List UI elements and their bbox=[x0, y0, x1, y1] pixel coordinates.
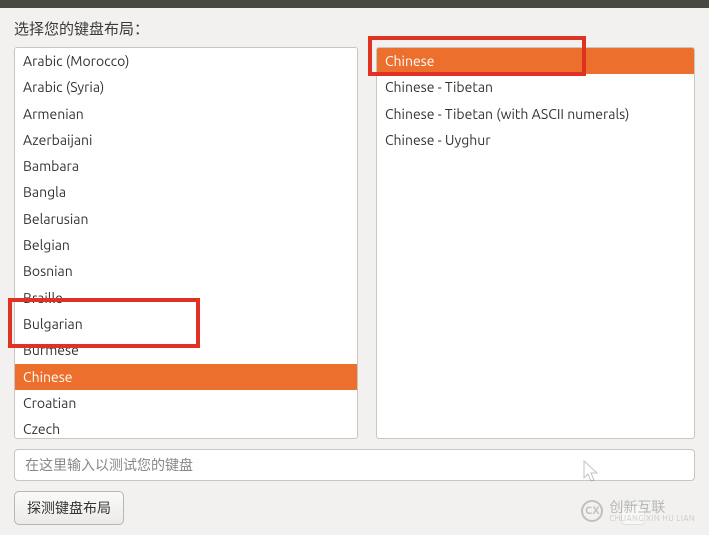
content-area: 选择您的键盘布局： Arabic (Morocco)Arabic (Syria)… bbox=[0, 8, 709, 535]
layout-variant-list[interactable]: ChineseChinese - TibetanChinese - Tibeta… bbox=[376, 47, 695, 439]
watermark-cn: 创新互联 bbox=[609, 500, 695, 515]
layout-country-item[interactable]: Bulgarian bbox=[15, 311, 357, 337]
layout-country-item[interactable]: Bambara bbox=[15, 153, 357, 179]
layout-country-item[interactable]: Chinese bbox=[15, 364, 357, 390]
layout-country-item[interactable]: Belgian bbox=[15, 232, 357, 258]
layout-country-item[interactable]: Armenian bbox=[15, 101, 357, 127]
layout-country-item[interactable]: Bosnian bbox=[15, 258, 357, 284]
layout-variant-item[interactable]: Chinese - Tibetan bbox=[377, 74, 694, 100]
layout-country-item[interactable]: Azerbaijani bbox=[15, 127, 357, 153]
layout-country-item[interactable]: Arabic (Morocco) bbox=[15, 48, 357, 74]
cursor-icon bbox=[583, 460, 599, 484]
window-titlebar bbox=[0, 0, 709, 8]
watermark-logo-icon: CX bbox=[581, 500, 603, 522]
layout-country-list[interactable]: Arabic (Morocco)Arabic (Syria)ArmenianAz… bbox=[14, 47, 358, 439]
layout-country-item[interactable]: Bangla bbox=[15, 179, 357, 205]
detect-layout-button[interactable]: 探测键盘布局 bbox=[14, 491, 124, 525]
watermark-py: CHUANG XIN HU LIAN bbox=[609, 515, 695, 523]
layout-variant-item[interactable]: Chinese - Uyghur bbox=[377, 127, 694, 153]
layout-country-item[interactable]: Arabic (Syria) bbox=[15, 74, 357, 100]
layout-country-item[interactable]: Belarusian bbox=[15, 206, 357, 232]
layout-country-item[interactable]: Burmese bbox=[15, 337, 357, 363]
layout-variant-item[interactable]: Chinese bbox=[377, 48, 694, 74]
layout-country-item[interactable]: Croatian bbox=[15, 390, 357, 416]
watermark: CX 创新互联 CHUANG XIN HU LIAN bbox=[581, 500, 695, 523]
layout-variant-item[interactable]: Chinese - Tibetan (with ASCII numerals) bbox=[377, 101, 694, 127]
watermark-text: 创新互联 CHUANG XIN HU LIAN bbox=[609, 500, 695, 523]
layout-country-item[interactable]: Czech bbox=[15, 416, 357, 439]
layout-country-item[interactable]: Braille bbox=[15, 285, 357, 311]
prompt-label: 选择您的键盘布局： bbox=[14, 18, 695, 39]
lists-row: Arabic (Morocco)Arabic (Syria)ArmenianAz… bbox=[14, 47, 695, 439]
